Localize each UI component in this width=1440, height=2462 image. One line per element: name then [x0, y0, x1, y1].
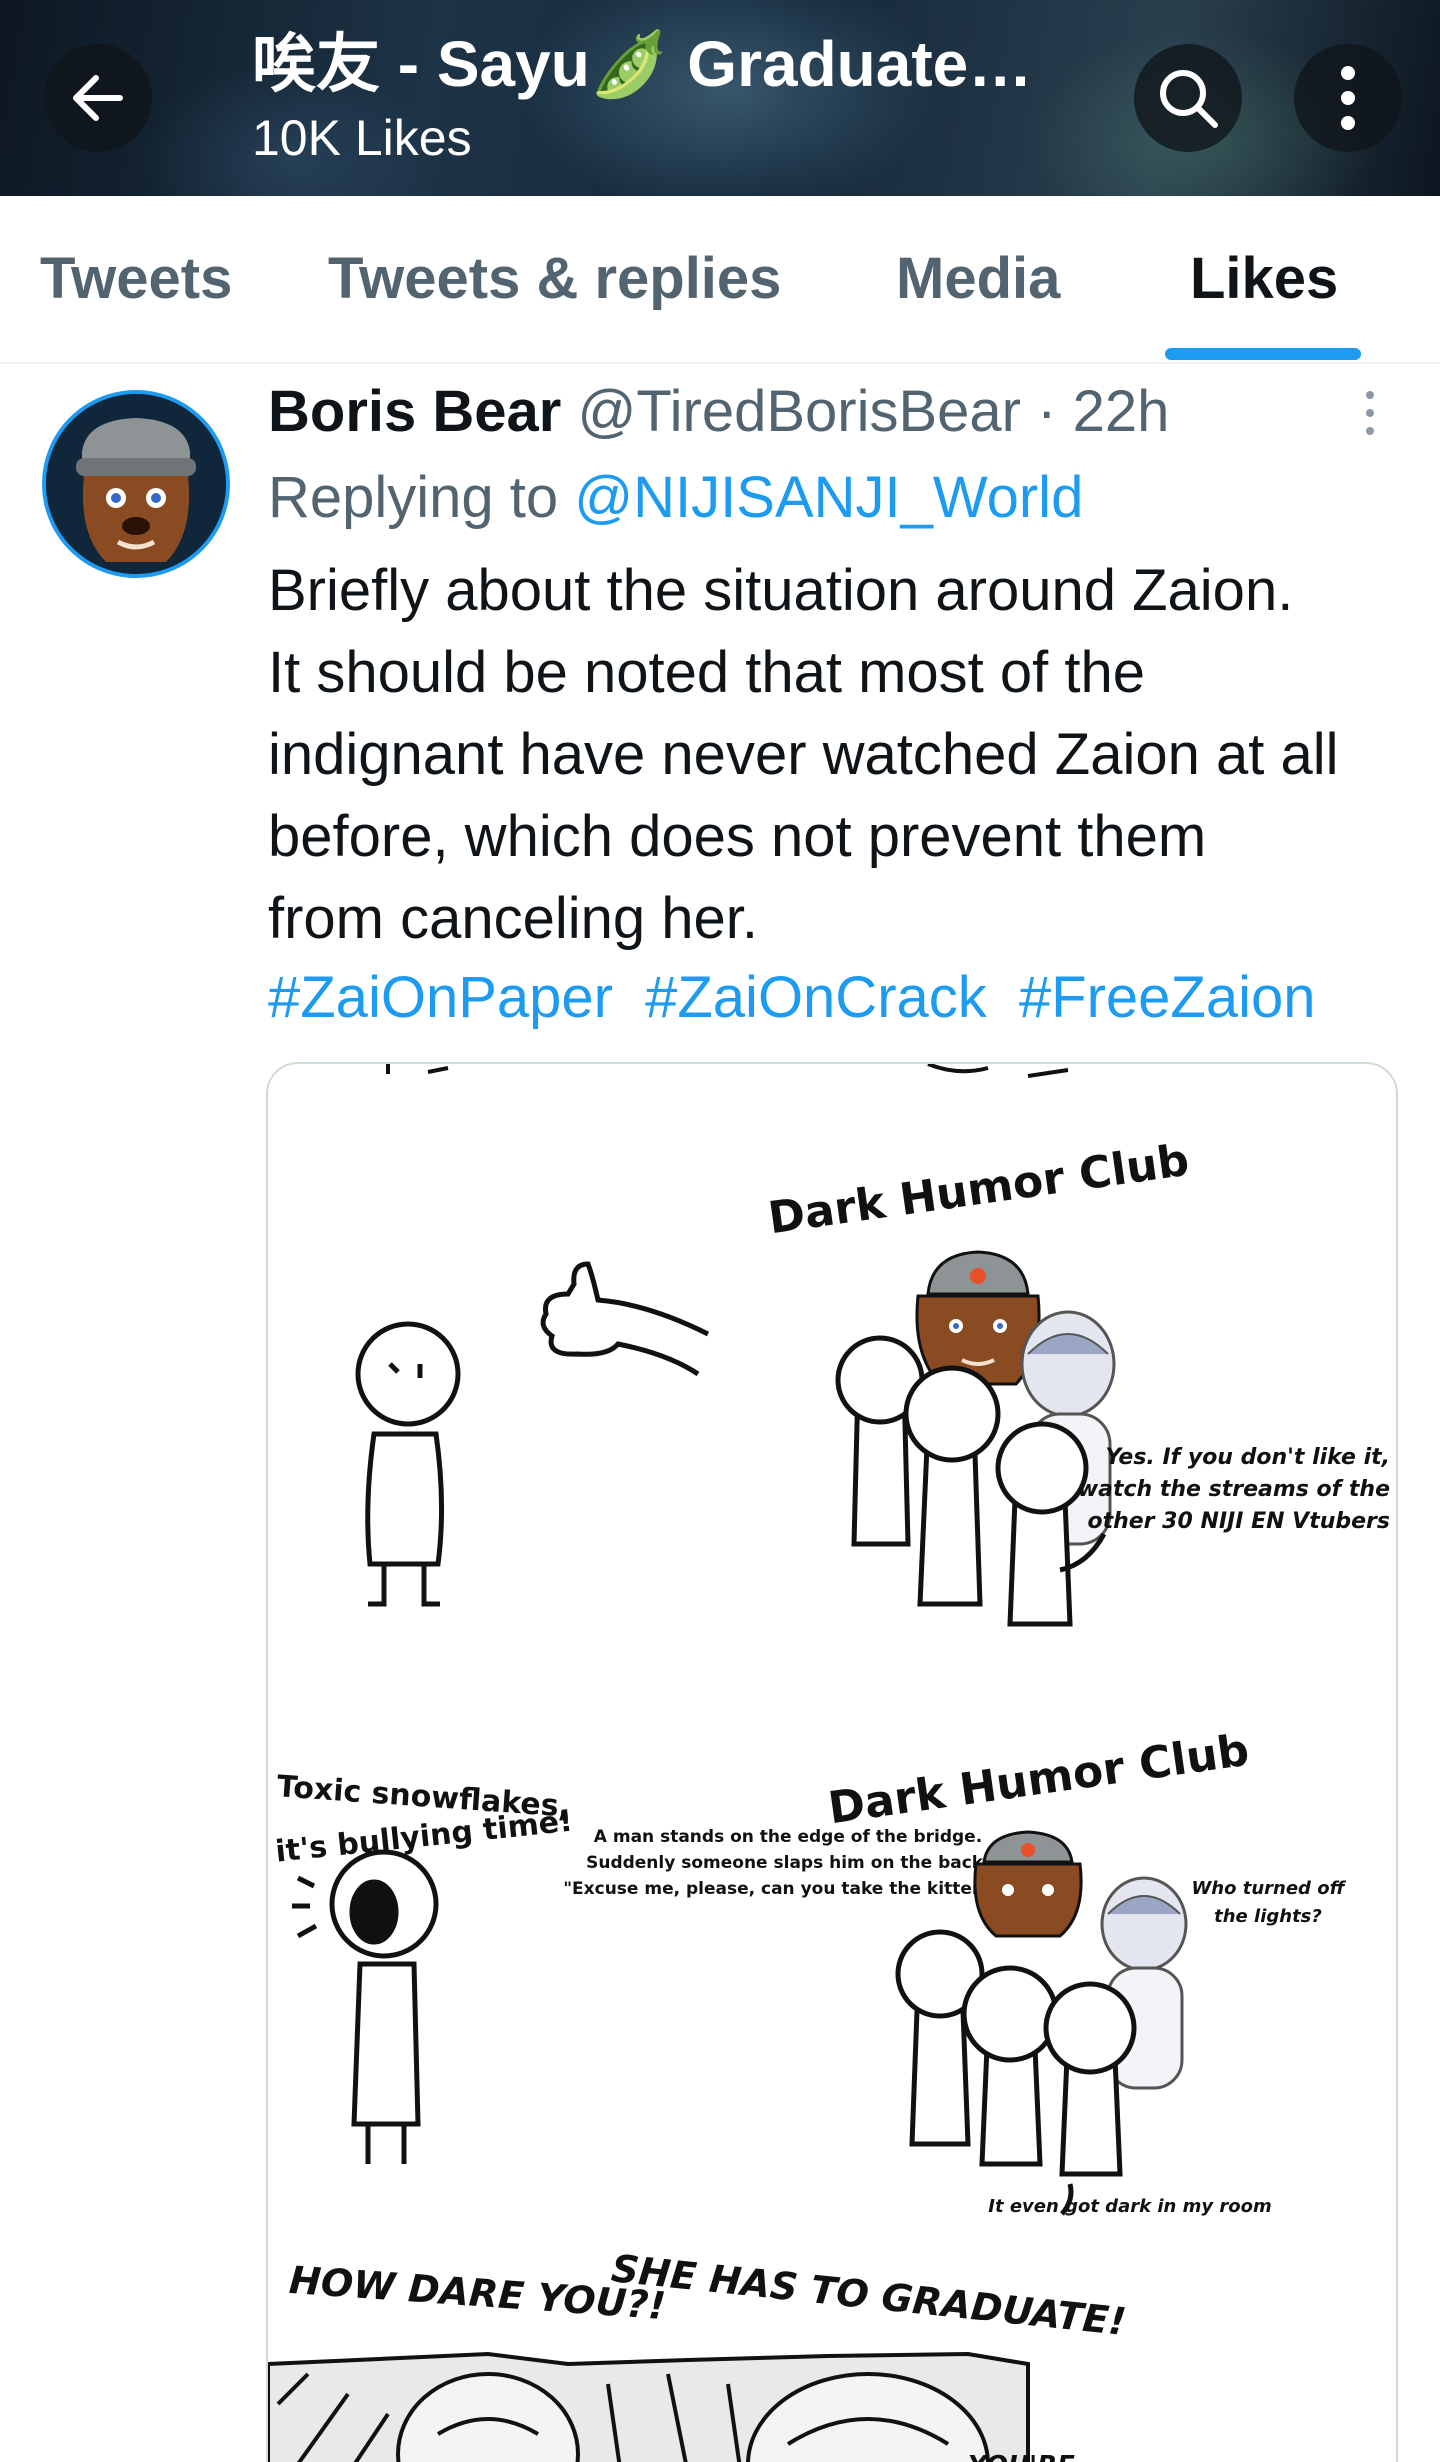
arrow-left-icon [73, 75, 123, 121]
tweet-time[interactable]: 22h [1073, 379, 1170, 444]
active-tab-indicator [1165, 348, 1361, 360]
author-name[interactable]: Boris Bear [268, 379, 561, 444]
replying-to: Replying to @NIJISANJI_World [268, 462, 1083, 534]
back-button[interactable] [44, 44, 152, 152]
search-icon [1160, 70, 1218, 128]
meta-separator: · [1037, 379, 1057, 444]
panel3-left-text: HOW DARE YOU?! [288, 2258, 668, 2328]
comic-illustration: Dark Humor Club Yes. If you don't like i… [268, 1064, 1390, 2462]
panel3-right-text: SHE HAS TO GRADUATE! [609, 2246, 1128, 2344]
tweet-text: Briefly about the situation around Zaion… [268, 550, 1398, 960]
tweet-text-line: from canceling her. [268, 886, 759, 951]
tweet-text-line: indignant have never watched Zaion at al… [268, 722, 1339, 787]
avatar[interactable] [42, 390, 230, 578]
tweet-hashtags: #ZaiOnPaper #ZaiOnCrack #FreeZaion [268, 962, 1332, 1034]
panel1-caption-line: other 30 NIJI EN Vtubers [1087, 1509, 1390, 1534]
tweet-media-image[interactable]: Dark Humor Club Yes. If you don't like i… [266, 1062, 1398, 2462]
likes-count: 10K Likes [252, 110, 472, 166]
replying-to-label: Replying to [268, 465, 559, 530]
screaming-figure [292, 1849, 439, 2164]
tweet-text-line: before, which does not prevent them [268, 804, 1207, 869]
hashtag-link[interactable]: #ZaiOnCrack [645, 965, 987, 1030]
panel1-caption-line: Yes. If you don't like it, [1105, 1445, 1390, 1470]
panel2-joke-line: "Excuse me, please, can you take the kit… [563, 1879, 1013, 1899]
panel2-bottom-caption: It even got dark in my room [988, 2196, 1271, 2217]
tab-tweets-replies[interactable]: Tweets & replies [328, 196, 781, 362]
profile-tabs: Tweets Tweets & replies Media Likes [0, 196, 1440, 364]
panel1-caption-line: watch the streams of the [1078, 1477, 1390, 1502]
tab-media[interactable]: Media [896, 196, 1060, 362]
crowd-drawing [268, 2351, 1030, 2462]
crowd-figures [895, 1929, 1137, 2216]
replying-to-mention[interactable]: @NIJISANJI_World [574, 465, 1083, 530]
more-options-button[interactable] [1294, 44, 1402, 152]
panel2-joke-line: A man stands on the edge of the bridge. [594, 1827, 982, 1847]
hashtag-link[interactable]: #ZaiOnPaper [268, 965, 613, 1030]
panel2-title: Dark Humor Club [825, 1725, 1252, 1835]
tweet-header: Boris Bear @TiredBorisBear · 22h [268, 376, 1169, 448]
more-vertical-icon [1341, 66, 1355, 130]
tab-tweets[interactable]: Tweets [40, 196, 232, 362]
stick-figure [355, 1321, 461, 1607]
panel2-reply-line: the lights? [1214, 1906, 1322, 1927]
search-button[interactable] [1134, 44, 1242, 152]
hashtag-link[interactable]: #FreeZaion [1019, 965, 1316, 1030]
tab-likes[interactable]: Likes [1190, 196, 1338, 362]
panel1-title: Dark Humor Club [765, 1135, 1192, 1245]
panel2-reply-line: Who turned off [1191, 1878, 1346, 1899]
tweet-more-icon[interactable] [1362, 388, 1378, 438]
profile-title: 唉友 - Sayu🫛 Graduate… [252, 28, 1033, 100]
bear-character [973, 1830, 1083, 1938]
tweet-text-line: Briefly about the situation around Zaion… [268, 558, 1294, 623]
thumbs-up-arm [540, 1261, 710, 1377]
panel3-partial-text: YOU'RE [968, 2451, 1075, 2462]
tweet-text-line: It should be noted that most of the [268, 640, 1146, 705]
author-handle[interactable]: @TiredBorisBear [577, 379, 1021, 444]
profile-header-bar: 唉友 - Sayu🫛 Graduate… 10K Likes [0, 0, 1440, 196]
panel2-joke-line: Suddenly someone slaps him on the back: [586, 1853, 990, 1873]
bear-avatar-icon [46, 394, 226, 574]
